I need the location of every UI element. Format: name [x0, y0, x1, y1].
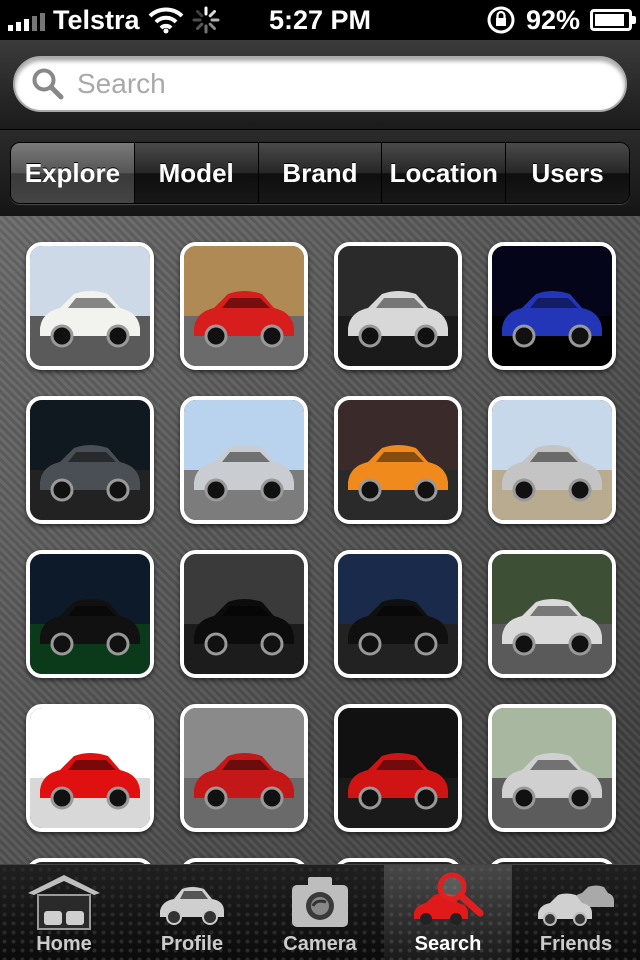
- tab-profile[interactable]: Profile: [128, 865, 256, 960]
- car-photo-image: [492, 246, 612, 366]
- car-photo-image: [184, 246, 304, 366]
- battery-percent: 92%: [525, 4, 580, 35]
- tab-bar: Home Profile Camera Search Friends: [0, 864, 640, 960]
- car-photo-image: [338, 246, 458, 366]
- car-photo-blue-subaru-wrx[interactable]: [488, 242, 616, 370]
- car-photo-red-camaro[interactable]: [26, 704, 154, 832]
- car-icon: [160, 887, 224, 925]
- car-photo-red-mini-cooper[interactable]: [334, 704, 462, 832]
- car-photo-image: [338, 708, 458, 828]
- tab-home-label: Home: [36, 933, 92, 955]
- tab-camera[interactable]: Camera: [256, 865, 384, 960]
- car-photo-image: [184, 554, 304, 674]
- segment-model[interactable]: Model: [134, 143, 259, 203]
- tab-profile-label: Profile: [160, 933, 224, 955]
- car-photo-silver-civic-race[interactable]: [488, 550, 616, 678]
- search-icon: [32, 68, 64, 100]
- tab-friends-label: Friends: [539, 933, 613, 955]
- segment-location[interactable]: Location: [382, 143, 507, 203]
- car-photo-image: [30, 554, 150, 674]
- car-photo-image: [492, 400, 612, 520]
- battery-icon: [590, 9, 636, 31]
- car-photo-black-cruze-green-lights[interactable]: [26, 550, 154, 678]
- car-photo-image: [30, 708, 150, 828]
- garage-icon: [28, 875, 100, 930]
- search-header: [0, 40, 640, 130]
- tab-search[interactable]: Search: [384, 865, 512, 960]
- car-photo-image: [492, 554, 612, 674]
- photo-grid: [0, 216, 640, 864]
- car-photo-black-sedan-garage[interactable]: [180, 550, 308, 678]
- car-photo-white-vw-beetle[interactable]: [26, 242, 154, 370]
- search-input[interactable]: [77, 68, 597, 100]
- car-photo-image: [30, 400, 150, 520]
- two-cars-icon: [538, 885, 614, 926]
- car-photo-silver-mercedes-slr[interactable]: [488, 396, 616, 524]
- car-photo-black-coupe-night[interactable]: [334, 550, 462, 678]
- car-photo-silver-honda-civic[interactable]: [180, 396, 308, 524]
- search-bar[interactable]: [13, 56, 627, 112]
- car-photo-image: [30, 246, 150, 366]
- tab-home[interactable]: Home: [0, 865, 128, 960]
- car-photo-image: [338, 554, 458, 674]
- rotation-lock-icon: [487, 6, 515, 34]
- filter-segmented-control: Explore Model Brand Location Users: [10, 142, 630, 204]
- tab-search-label: Search: [414, 933, 482, 955]
- car-photo-image: [338, 400, 458, 520]
- segment-explore[interactable]: Explore: [11, 143, 135, 203]
- car-photo-red-viper[interactable]: [180, 704, 308, 832]
- car-photo-image: [492, 708, 612, 828]
- segment-brand[interactable]: Brand: [258, 143, 383, 203]
- search-car-icon: [414, 872, 484, 925]
- car-photo-orange-veilside-rx7[interactable]: [334, 396, 462, 524]
- car-photo-image: [184, 708, 304, 828]
- status-right: 92%: [486, 0, 636, 40]
- status-bar: Telstra 5:27 PM 92%: [0, 0, 640, 40]
- car-photo-silver-s2000[interactable]: [488, 704, 616, 832]
- car-photo-silver-evo[interactable]: [334, 242, 462, 370]
- battery-level-fill: [595, 14, 625, 26]
- car-photo-chevrolet-interior[interactable]: [26, 396, 154, 524]
- tab-camera-label: Camera: [283, 933, 357, 955]
- tab-friends[interactable]: Friends: [512, 865, 640, 960]
- car-photo-red-mustang[interactable]: [180, 242, 308, 370]
- filter-bar: Explore Model Brand Location Users: [0, 130, 640, 216]
- car-photo-image: [184, 400, 304, 520]
- camera-icon: [292, 877, 348, 927]
- segment-users[interactable]: Users: [506, 143, 629, 203]
